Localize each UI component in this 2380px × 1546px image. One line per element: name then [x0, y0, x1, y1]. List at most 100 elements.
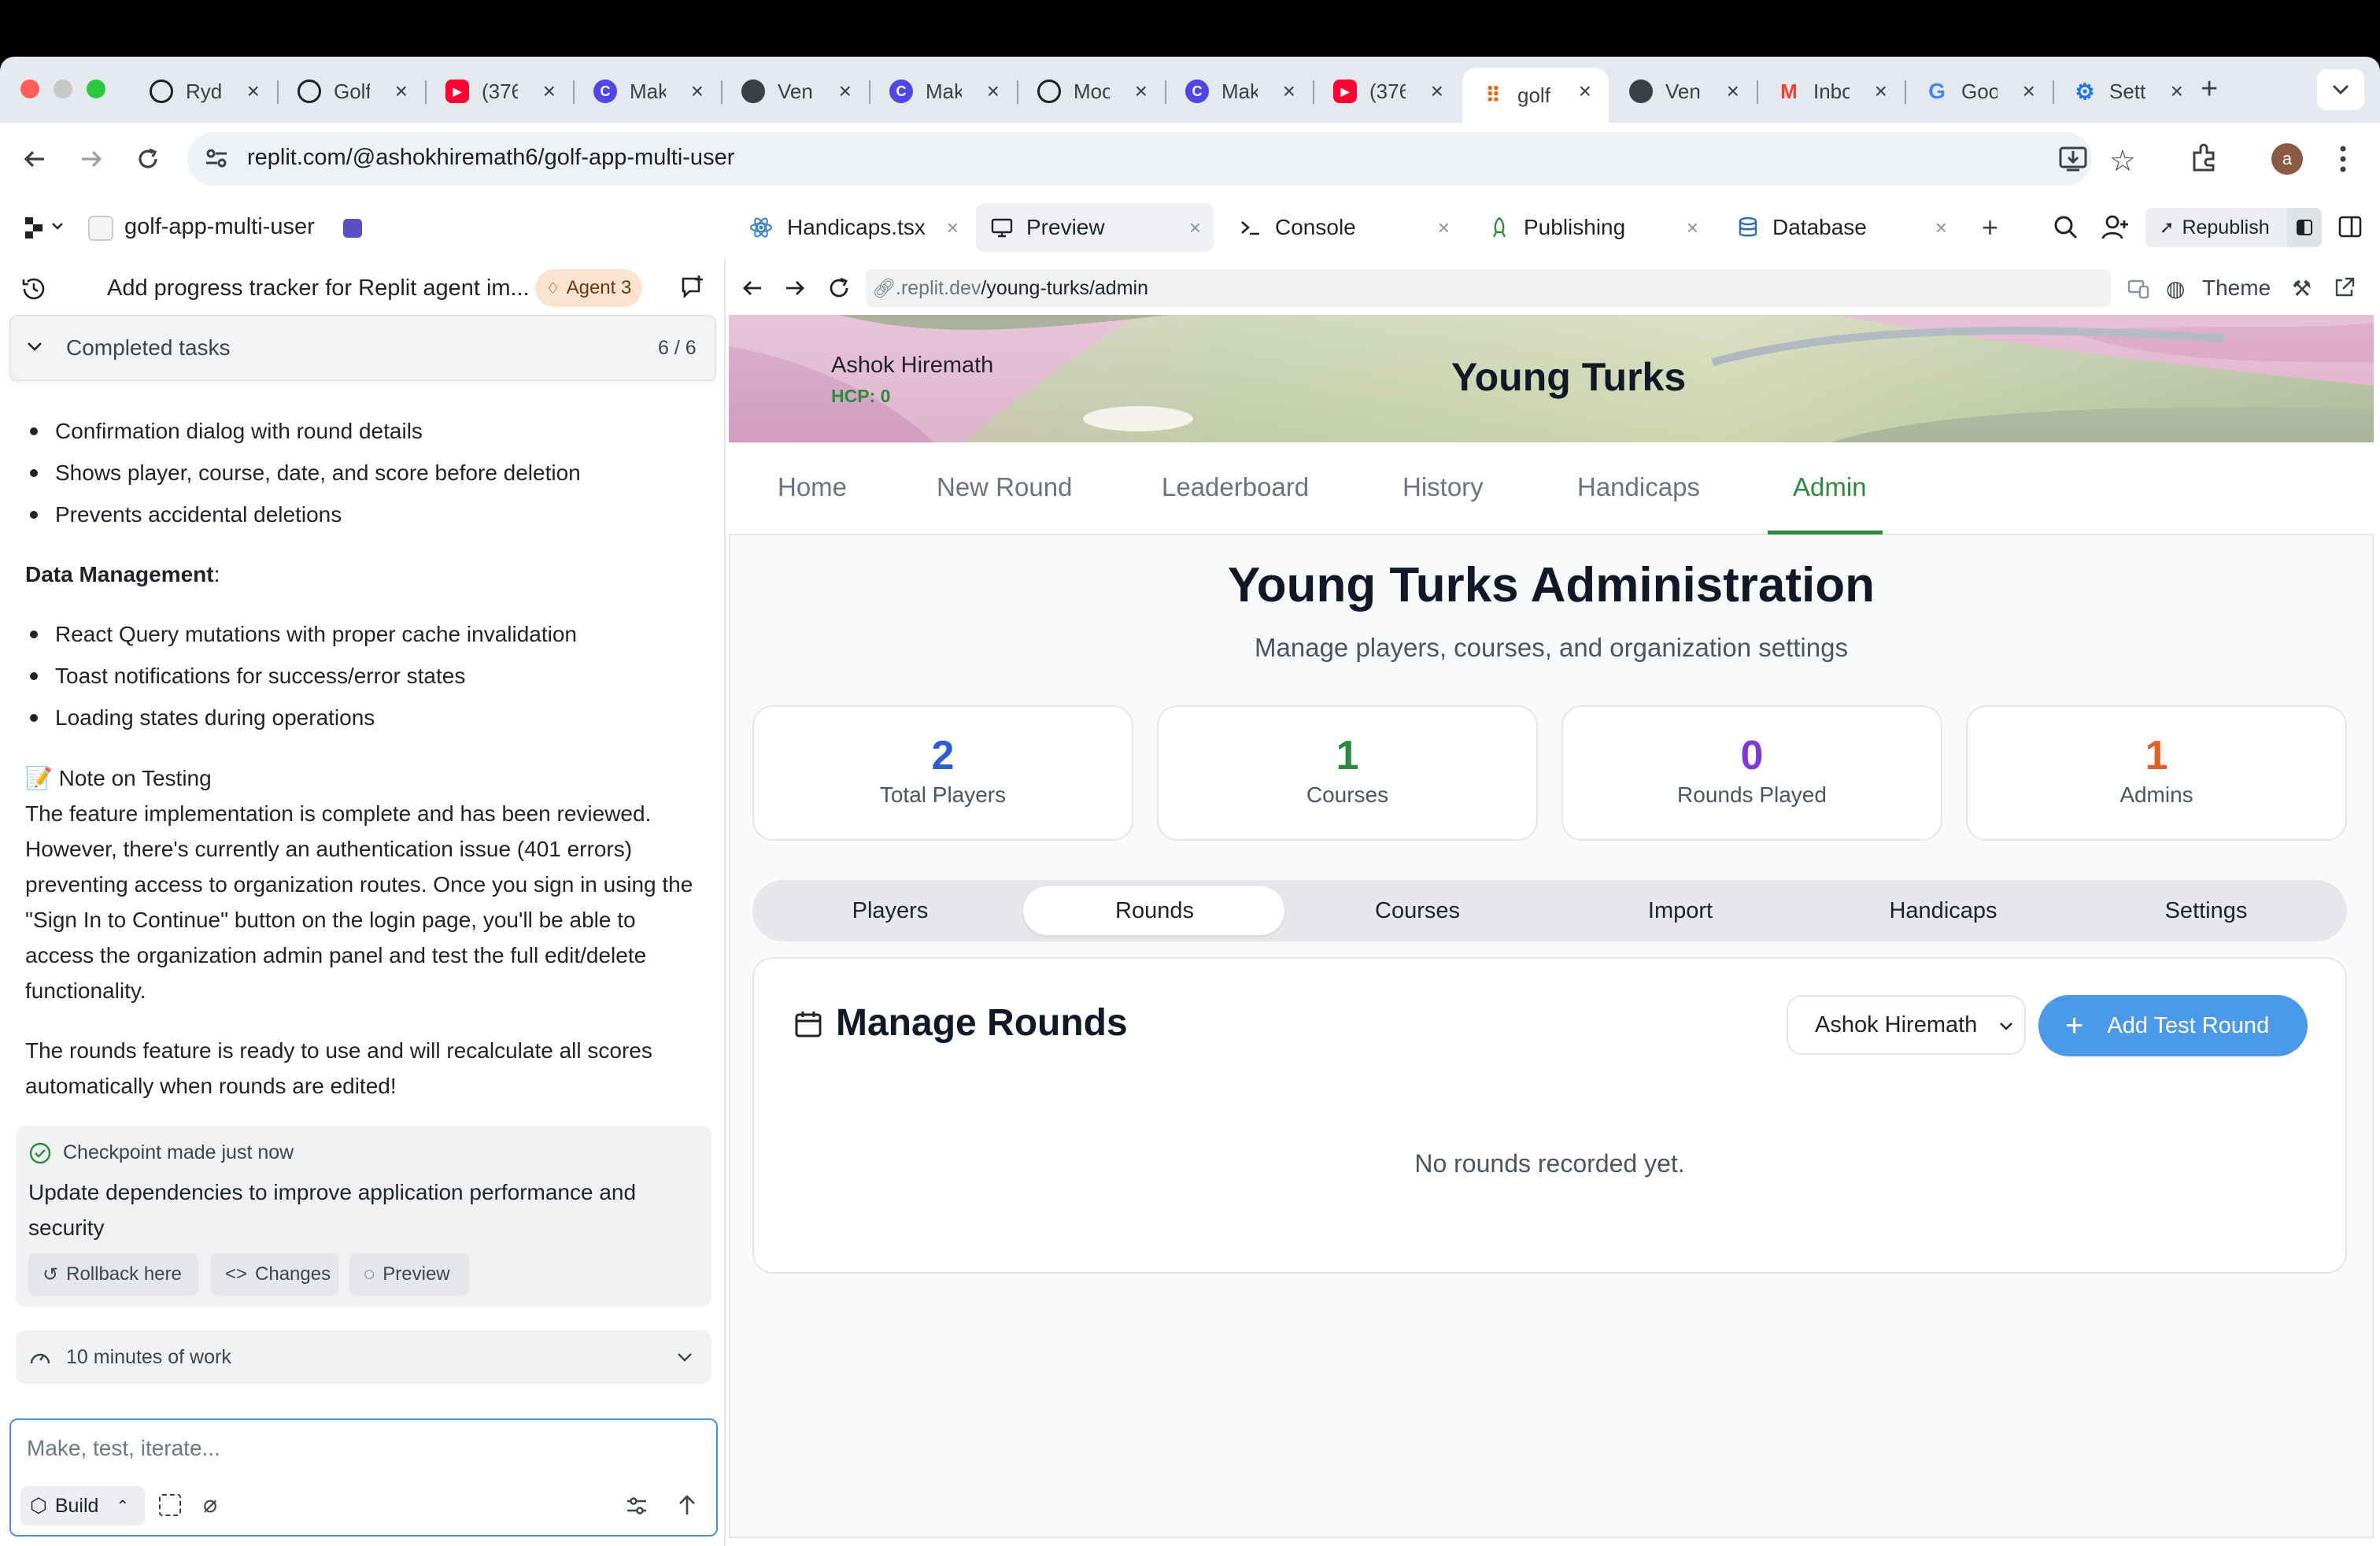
theme-label[interactable]: Theme — [2202, 276, 2271, 301]
close-tab-icon[interactable]: × — [247, 79, 260, 104]
browser-menu-icon[interactable] — [2339, 145, 2347, 173]
history-icon[interactable] — [20, 276, 47, 302]
close-tab-icon[interactable]: × — [2171, 79, 2183, 104]
browser-tab[interactable]: M Inbox × — [1758, 68, 1905, 115]
palette-icon[interactable]: ◍ — [2166, 276, 2185, 301]
browser-tab[interactable]: ⠿ golf × — [1462, 68, 1609, 123]
tab-database[interactable]: Database × — [1722, 203, 1960, 252]
rollback-button[interactable]: ↺ Rollback here — [28, 1253, 198, 1296]
preview-button[interactable]: ◌ Preview — [349, 1253, 469, 1296]
stat-card-players: 2 Total Players — [752, 705, 1133, 841]
open-new-window-icon[interactable] — [2333, 276, 2356, 299]
preview-forward-icon[interactable] — [782, 276, 808, 301]
close-tab-icon[interactable]: × — [1189, 216, 1201, 240]
browser-tab[interactable]: C Make × — [1166, 68, 1313, 115]
close-tab-icon[interactable]: × — [395, 79, 408, 104]
stat-label: Total Players — [879, 782, 1007, 807]
tab-players[interactable]: Players — [759, 886, 1022, 935]
site-info-icon[interactable] — [203, 145, 230, 172]
tab-console[interactable]: Console × — [1225, 203, 1462, 252]
close-tab-icon[interactable]: × — [1687, 216, 1698, 240]
send-arrow-icon[interactable] — [675, 1492, 699, 1518]
browser-tab[interactable]: Ryder × — [131, 68, 277, 115]
new-chat-icon[interactable] — [678, 274, 705, 301]
nav-home[interactable]: Home — [778, 472, 847, 502]
browser-tab[interactable]: ▶ (376) × — [1314, 68, 1461, 115]
close-tab-icon[interactable]: × — [1727, 79, 1739, 104]
tab-publishing[interactable]: Publishing × — [1473, 203, 1711, 252]
back-icon[interactable] — [20, 145, 49, 173]
nav-new-round[interactable]: New Round — [937, 472, 1072, 502]
close-tab-icon[interactable]: × — [947, 216, 959, 240]
devices-icon[interactable] — [2127, 277, 2150, 301]
profile-avatar[interactable]: a — [2271, 143, 2303, 175]
close-tab-icon[interactable]: × — [1875, 79, 1887, 104]
preview-reload-icon[interactable] — [826, 276, 852, 301]
close-window-icon[interactable] — [20, 80, 39, 98]
address-url[interactable]: replit.com/@ashokhiremath6/golf-app-mult… — [247, 145, 734, 171]
close-tab-icon[interactable]: × — [839, 79, 852, 104]
extensions-icon[interactable] — [2188, 142, 2221, 175]
forward-icon[interactable] — [77, 145, 105, 173]
minimize-window-icon[interactable] — [54, 80, 72, 98]
republish-options-icon[interactable] — [2287, 208, 2322, 247]
add-test-round-button[interactable]: + Add Test Round — [2038, 995, 2308, 1056]
install-app-icon[interactable] — [2057, 143, 2089, 175]
nav-admin[interactable]: Admin — [1793, 472, 1867, 502]
nav-handicaps[interactable]: Handicaps — [1577, 472, 1700, 502]
toggle-panel-icon[interactable] — [2338, 214, 2363, 239]
tab-settings[interactable]: Settings — [2075, 886, 2338, 935]
close-tab-icon[interactable]: × — [1438, 216, 1450, 240]
browser-tab[interactable]: Venue × — [1610, 68, 1757, 115]
close-tab-icon[interactable]: × — [1579, 79, 1591, 104]
browser-tab[interactable]: ▶ (376) × — [427, 68, 573, 115]
build-mode-button[interactable]: ⬡ Build ⌃ — [20, 1486, 145, 1526]
replit-logo-icon[interactable] — [22, 216, 47, 241]
browser-tab[interactable]: C Make × — [870, 68, 1017, 115]
reload-icon[interactable] — [134, 145, 162, 173]
browser-tab[interactable]: ⚙ Settings × — [2054, 68, 2201, 115]
project-name[interactable]: golf-app-multi-user — [124, 214, 315, 240]
close-tab-icon[interactable]: × — [1431, 79, 1443, 104]
nav-history[interactable]: History — [1402, 472, 1484, 502]
browser-tab[interactable]: Venue × — [722, 68, 869, 115]
tab-courses[interactable]: Courses — [1286, 886, 1549, 935]
close-tab-icon[interactable]: × — [691, 79, 704, 104]
close-tab-icon[interactable]: × — [1283, 79, 1295, 104]
settings-sliders-icon[interactable] — [625, 1494, 649, 1518]
changes-button[interactable]: <> Changes — [211, 1253, 338, 1296]
browser-tab[interactable]: Golf × — [279, 68, 425, 115]
nav-leaderboard[interactable]: Leaderboard — [1162, 472, 1309, 502]
browser-tab[interactable]: C Make × — [575, 68, 721, 115]
tab-search-icon[interactable] — [2317, 69, 2364, 110]
search-icon[interactable] — [2053, 214, 2079, 241]
tab-handicaps[interactable]: Handicaps — [1812, 886, 2075, 935]
tab-import[interactable]: Import — [1549, 886, 1812, 935]
chevron-down-icon[interactable] — [50, 219, 65, 233]
chevron-down-icon[interactable] — [25, 338, 44, 354]
zoom-window-icon[interactable] — [87, 80, 105, 98]
tab-preview[interactable]: Preview × — [976, 203, 1214, 252]
close-tab-icon[interactable]: × — [543, 79, 556, 104]
new-tab-icon[interactable]: + — [2201, 72, 2218, 106]
close-tab-icon[interactable]: × — [987, 79, 1000, 104]
republish-button[interactable]: ➚ Republish — [2145, 208, 2301, 247]
preview-url[interactable]: .replit.dev/young-turks/admin — [896, 277, 1148, 300]
tab-rounds[interactable]: Rounds — [1023, 886, 1286, 935]
invite-user-icon[interactable] — [2101, 214, 2130, 241]
close-tab-icon[interactable]: × — [2023, 79, 2035, 104]
browser-tab[interactable]: Mood × — [1018, 68, 1165, 115]
close-tab-icon[interactable]: × — [1935, 216, 1947, 240]
tab-handicaps-tsx[interactable]: Handicaps.tsx × — [735, 203, 971, 252]
preview-back-icon[interactable] — [740, 276, 765, 301]
select-element-icon[interactable] — [159, 1494, 181, 1516]
chevron-down-icon[interactable] — [675, 1349, 694, 1365]
player-select[interactable]: Ashok Hiremath — [1787, 995, 2026, 1055]
chat-input-placeholder[interactable]: Make, test, iterate... — [27, 1436, 220, 1461]
close-tab-icon[interactable]: × — [1135, 79, 1148, 104]
bookmark-star-icon[interactable]: ☆ — [2109, 143, 2136, 179]
browser-tab[interactable]: G Google × — [1906, 68, 2053, 115]
attach-icon[interactable]: ⌀ — [203, 1491, 217, 1518]
add-tab-icon[interactable]: + — [1982, 211, 1998, 244]
devtools-wrench-icon[interactable]: ⚒ — [2292, 276, 2312, 301]
